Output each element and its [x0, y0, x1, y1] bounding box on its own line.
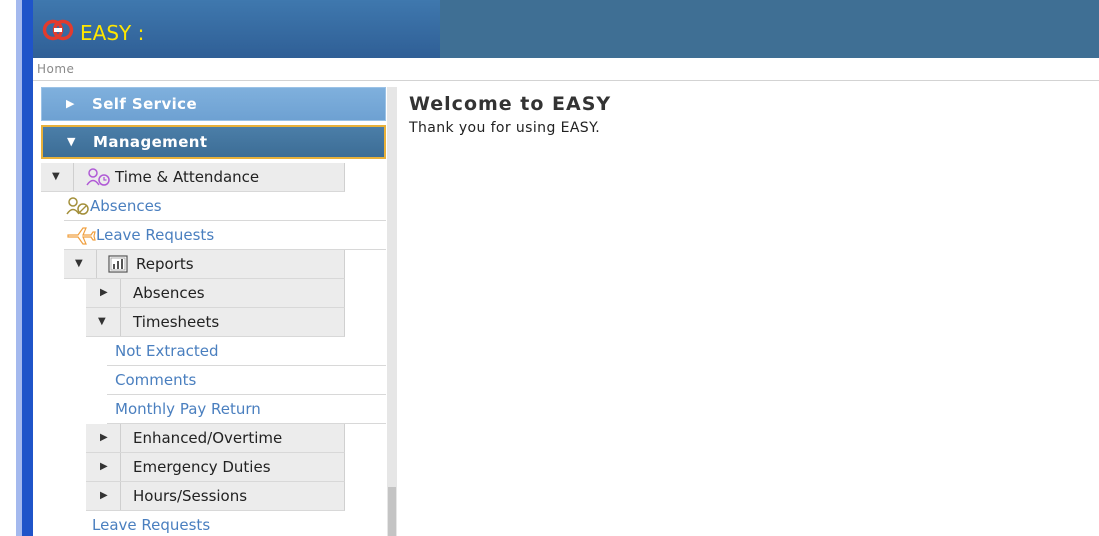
tree-leaf-absences[interactable]: Absences	[64, 192, 386, 221]
tree-leaf-comments[interactable]: Comments	[107, 366, 386, 395]
tree-node-label: Enhanced/Overtime	[133, 429, 283, 447]
tree-leaf-label: Leave Requests	[92, 516, 211, 534]
sidebar-scrollbar-track[interactable]	[387, 87, 397, 536]
breadcrumb: Home	[33, 58, 1099, 81]
tree-node-enhanced-overtime[interactable]: ▶ Enhanced/Overtime	[86, 424, 345, 453]
page-title: Welcome to EASY	[409, 93, 612, 115]
chevron-down-icon: ▼	[67, 135, 76, 148]
tree-leaf-leave-requests[interactable]: Leave Requests	[64, 221, 386, 250]
sidebar-scrollbar-thumb[interactable]	[388, 487, 396, 536]
tree-leaf-label: Not Extracted	[115, 342, 219, 360]
tree-node-label: Reports	[136, 255, 194, 273]
tree-leaf-label: Monthly Pay Return	[115, 400, 261, 418]
chevron-right-icon: ▶	[66, 97, 75, 110]
chevron-right-icon: ▶	[100, 432, 108, 443]
sidebar-section-self-service[interactable]: ▶ Self Service	[41, 87, 386, 121]
tree-leaf-label: Absences	[90, 197, 162, 215]
row-separator	[96, 250, 97, 278]
sidebar-section-label: Self Service	[92, 95, 198, 113]
expand-down-icon: ▼	[98, 316, 106, 327]
tree-leaf-label: Leave Requests	[96, 226, 215, 244]
app-window: EASY : Home ▶ Self Service ▼ Management …	[33, 0, 1099, 536]
tree-leaf-monthly-pay-return[interactable]: Monthly Pay Return	[107, 395, 386, 424]
tree-node-emergency-duties[interactable]: ▶ Emergency Duties	[86, 453, 345, 482]
window-border	[22, 0, 33, 536]
chevron-right-icon: ▶	[100, 490, 108, 501]
header-brand-area: EASY :	[33, 0, 440, 58]
easy-logo-icon	[42, 19, 74, 41]
row-separator	[120, 453, 121, 481]
welcome-message: Thank you for using EASY.	[409, 120, 601, 136]
expand-down-icon: ▼	[52, 171, 60, 182]
app-title: EASY :	[80, 21, 145, 45]
report-chart-icon	[108, 255, 128, 273]
people-absent-icon	[66, 197, 89, 215]
row-separator	[120, 279, 121, 307]
sidebar-section-label: Management	[93, 133, 208, 151]
tree-node-reports[interactable]: ▼ Reports	[64, 250, 345, 279]
expand-down-icon: ▼	[75, 258, 83, 269]
row-separator	[120, 482, 121, 510]
airplane-icon	[67, 227, 96, 245]
chevron-right-icon: ▶	[100, 461, 108, 472]
breadcrumb-home[interactable]: Home	[37, 62, 74, 76]
tree-node-timesheets[interactable]: ▼ Timesheets	[86, 308, 345, 337]
tree-node-label: Absences	[133, 284, 205, 302]
row-separator	[120, 308, 121, 336]
sidebar-section-management[interactable]: ▼ Management	[41, 125, 386, 159]
app-header: EASY :	[33, 0, 1099, 58]
tree-node-label: Emergency Duties	[133, 458, 271, 476]
tree-node-label: Timesheets	[133, 313, 220, 331]
tree-node-label: Hours/Sessions	[133, 487, 248, 505]
main-content: Welcome to EASY Thank you for using EASY…	[409, 92, 611, 136]
people-clock-icon	[86, 168, 110, 186]
row-separator	[73, 163, 74, 191]
sidebar: ▶ Self Service ▼ Management ▼ Time & Att…	[41, 87, 386, 536]
tree-node-label: Time & Attendance	[115, 168, 260, 186]
tree-node-report-absences[interactable]: ▶ Absences	[86, 279, 345, 308]
chevron-right-icon: ▶	[100, 287, 108, 298]
tree-node-time-attendance[interactable]: ▼ Time & Attendance	[41, 163, 345, 192]
tree-leaf-leave-requests-report[interactable]: Leave Requests	[86, 511, 386, 536]
tree-leaf-label: Comments	[115, 371, 197, 389]
tree-leaf-not-extracted[interactable]: Not Extracted	[107, 337, 386, 366]
row-separator	[120, 424, 121, 452]
tree-node-hours-sessions[interactable]: ▶ Hours/Sessions	[86, 482, 345, 511]
